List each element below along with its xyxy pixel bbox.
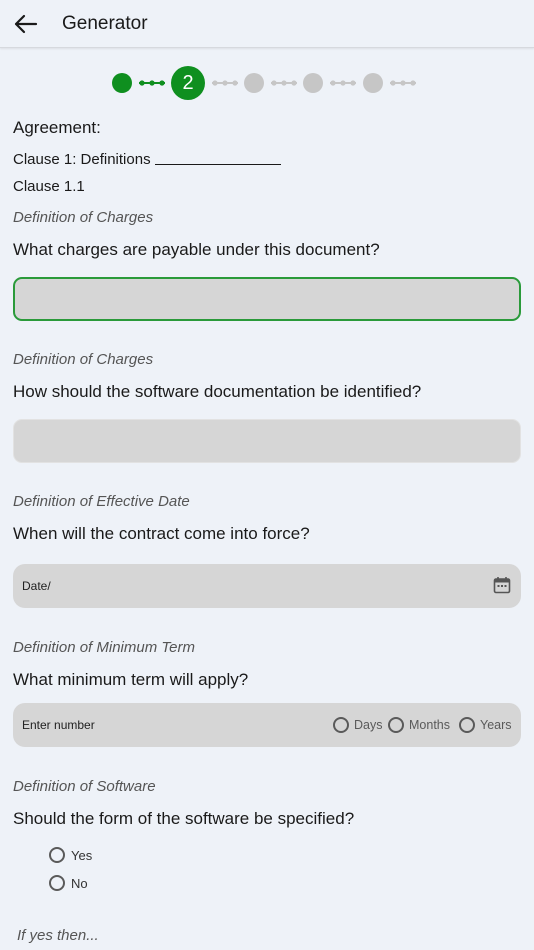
radio-no[interactable] bbox=[49, 875, 65, 891]
question-text: Should the form of the software be speci… bbox=[13, 809, 355, 828]
step-2-active[interactable]: 2 bbox=[171, 66, 205, 100]
radio-years[interactable] bbox=[459, 717, 475, 733]
radio-label-no: No bbox=[71, 876, 88, 891]
charges-input[interactable] bbox=[13, 277, 521, 321]
page-title: Generator bbox=[62, 13, 148, 34]
step-1-complete[interactable] bbox=[112, 73, 132, 93]
radio-label-days: Days bbox=[354, 718, 383, 732]
radio-label-yes: Yes bbox=[71, 848, 93, 863]
radio-label-years: Years bbox=[480, 718, 512, 732]
documentation-input[interactable] bbox=[13, 419, 521, 463]
calendar-icon[interactable] bbox=[493, 576, 511, 594]
section-label: Definition of Charges bbox=[13, 351, 154, 368]
blank-line bbox=[154, 164, 281, 165]
radio-days[interactable] bbox=[333, 717, 349, 733]
step-3[interactable] bbox=[244, 73, 264, 93]
date-placeholder: Date/ bbox=[22, 579, 51, 593]
step-connector bbox=[330, 80, 356, 86]
clause-title-row: Clause 1: Definitions bbox=[13, 151, 281, 168]
step-connector bbox=[212, 80, 238, 86]
step-connector bbox=[271, 80, 297, 86]
question-text: What minimum term will apply? bbox=[13, 670, 249, 689]
app-bar: Generator bbox=[0, 0, 534, 48]
agreement-heading: Agreement: bbox=[13, 118, 101, 137]
step-5[interactable] bbox=[363, 73, 383, 93]
section-label: Definition of Software bbox=[13, 778, 156, 795]
step-connector bbox=[390, 80, 416, 86]
minimum-term-field[interactable]: Enter number Days Months Years bbox=[13, 703, 521, 747]
question-text: How should the software documentation be… bbox=[13, 382, 422, 401]
radio-label-months: Months bbox=[409, 718, 450, 732]
number-placeholder: Enter number bbox=[22, 718, 95, 732]
progress-stepper: 2 bbox=[0, 64, 534, 102]
followup-label: If yes then... bbox=[17, 927, 99, 944]
sub-clause: Clause 1.1 bbox=[13, 178, 85, 195]
back-arrow-icon[interactable] bbox=[12, 12, 38, 36]
section-label: Definition of Charges bbox=[13, 209, 154, 226]
step-connector-complete bbox=[139, 80, 165, 86]
radio-months[interactable] bbox=[388, 717, 404, 733]
section-label: Definition of Effective Date bbox=[13, 493, 190, 510]
clause-title: Clause 1: Definitions bbox=[13, 151, 151, 168]
effective-date-field[interactable]: Date/ bbox=[13, 564, 521, 608]
step-4[interactable] bbox=[303, 73, 323, 93]
question-text: When will the contract come into force? bbox=[13, 524, 310, 543]
section-label: Definition of Minimum Term bbox=[13, 639, 195, 656]
radio-yes[interactable] bbox=[49, 847, 65, 863]
question-text: What charges are payable under this docu… bbox=[13, 240, 380, 259]
